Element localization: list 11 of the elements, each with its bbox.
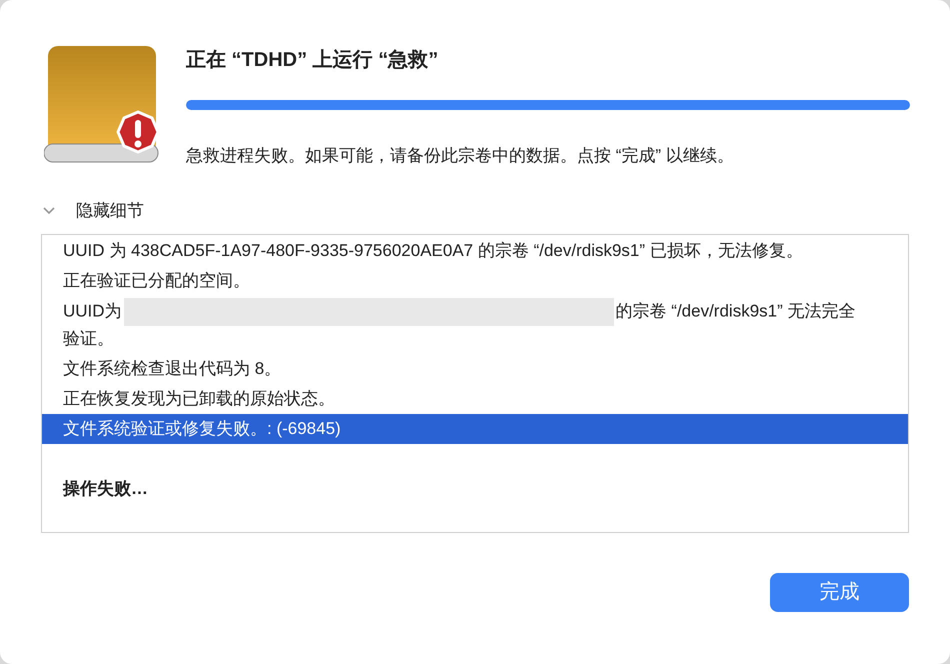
dialog-title: 正在 “TDHD” 上运行 “急救” [186, 48, 440, 73]
log-line[interactable]: 正在恢复发现为已卸载的原始状态。 [42, 384, 908, 414]
details-toggle[interactable]: 隐藏细节 [42, 198, 144, 224]
log-line[interactable]: 文件系统检查退出代码为 8。 [42, 354, 908, 384]
message-text: 急救进程失败。如果可能，请备份此宗卷中的数据。点按 “完成” 以继续。 [186, 145, 735, 167]
log-line[interactable]: UUID为 的宗卷 “/dev/rdisk9s1” 无法完全验证。 [42, 296, 908, 354]
log-line[interactable]: 正在验证已分配的空间。 [42, 266, 908, 296]
chevron-icon [42, 206, 56, 216]
log-line[interactable]: 操作失败… [42, 474, 908, 504]
done-button[interactable]: 完成 [770, 572, 909, 612]
log-line[interactable]: UUID 为 438CAD5F-1A97-480F-9335-9756020AE0A7 的宗卷 “/dev/rdisk9s1” 已损坏，无法修复。 [42, 236, 908, 266]
